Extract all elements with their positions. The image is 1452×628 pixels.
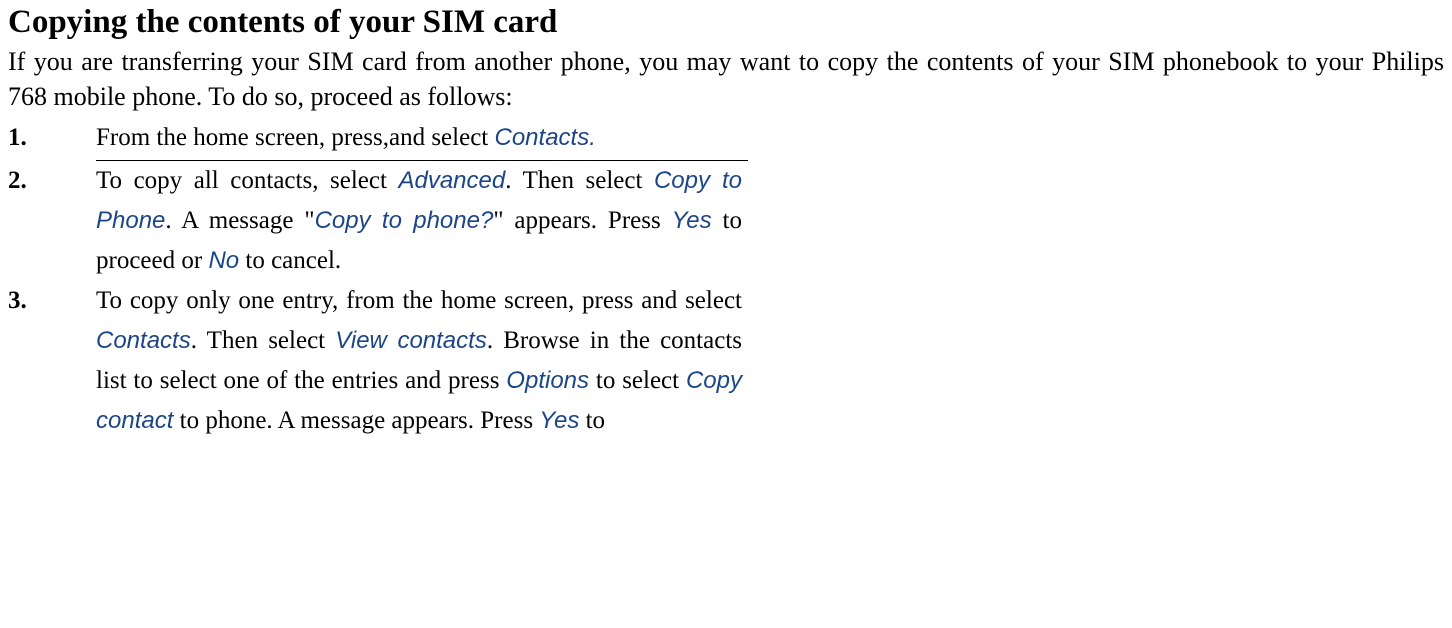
softkey-yes: Yes bbox=[672, 207, 712, 234]
steps-list: 1. From the home screen, press,and selec… bbox=[8, 118, 748, 441]
step-text: to select bbox=[589, 367, 686, 394]
step-text: To copy all contacts, select bbox=[96, 167, 398, 194]
intro-paragraph: If you are transferring your SIM card fr… bbox=[8, 44, 1444, 114]
step-text: . Then select bbox=[191, 327, 336, 354]
step-body: To copy all contacts, select Advanced. T… bbox=[96, 161, 748, 281]
step-text: To copy only one entry, from the home sc… bbox=[96, 287, 742, 314]
prompt-copy-to-phone: Copy to phone? bbox=[315, 207, 494, 234]
step-text: to cancel. bbox=[239, 247, 341, 274]
step-text: to phone. A message appears. Press bbox=[173, 407, 539, 434]
menu-view-contacts: View contacts bbox=[335, 327, 487, 354]
step-body: To copy only one entry, from the home sc… bbox=[96, 281, 748, 441]
step-3: 3. To copy only one entry, from the home… bbox=[8, 281, 748, 441]
menu-contacts: Contacts. bbox=[495, 124, 596, 151]
step-number: 2. bbox=[8, 161, 96, 281]
section-heading: Copying the contents of your SIM card bbox=[8, 4, 1444, 42]
softkey-options: Options bbox=[506, 367, 589, 394]
step-number: 1. bbox=[8, 118, 96, 161]
step-text: . Then select bbox=[505, 167, 654, 194]
step-1: 1. From the home screen, press,and selec… bbox=[8, 118, 748, 161]
menu-contacts: Contacts bbox=[96, 327, 191, 354]
step-text: From the home screen, press,and select bbox=[96, 124, 495, 151]
softkey-yes: Yes bbox=[539, 407, 579, 434]
step-text: " appears. Press bbox=[493, 207, 671, 234]
menu-advanced: Advanced bbox=[398, 167, 505, 194]
step-text: to bbox=[579, 407, 605, 434]
step-2: 2. To copy all contacts, select Advanced… bbox=[8, 161, 748, 281]
step-text: . A message " bbox=[165, 207, 314, 234]
step-body: From the home screen, press,and select C… bbox=[96, 118, 748, 161]
softkey-no: No bbox=[208, 247, 239, 274]
step-number: 3. bbox=[8, 281, 96, 441]
